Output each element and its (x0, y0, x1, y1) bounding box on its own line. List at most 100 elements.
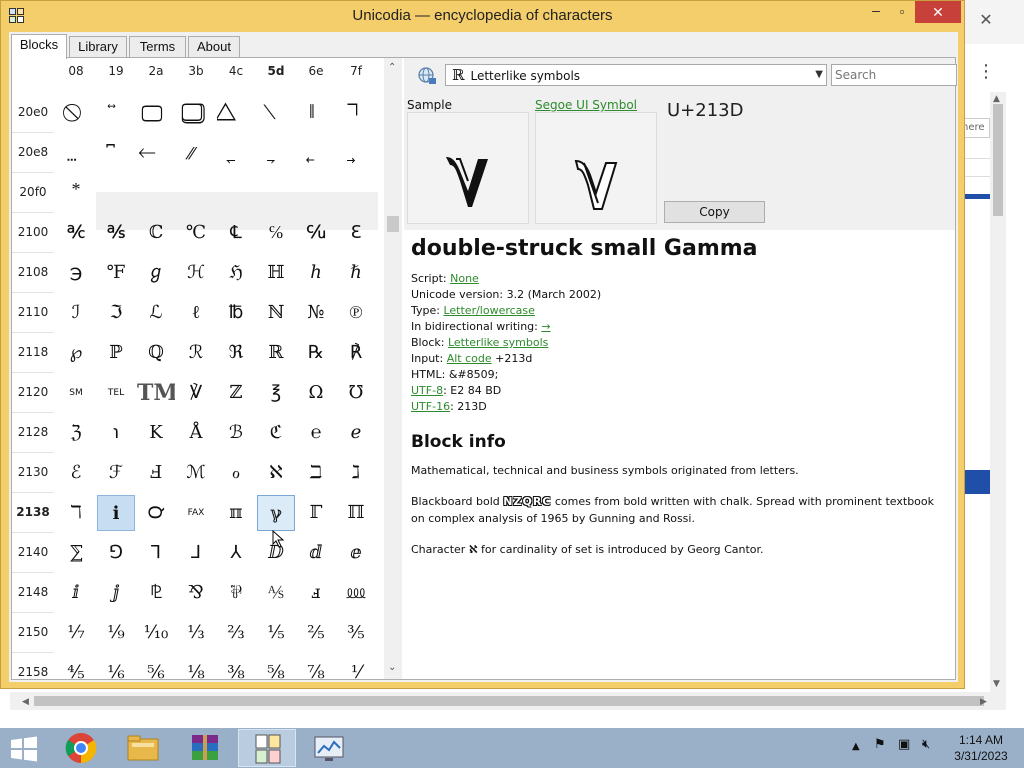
chevron-down-icon[interactable]: ▼ (815, 65, 823, 85)
close-button[interactable]: ✕ (915, 1, 961, 23)
character-cell[interactable]: ⃪ (137, 135, 175, 171)
background-vertical-scroll-thumb[interactable] (993, 104, 1003, 216)
character-cell[interactable]: ⅒ (137, 615, 175, 651)
copy-button[interactable]: Copy (664, 201, 765, 223)
grid-scroll-down-icon[interactable]: ⌄ (388, 662, 396, 673)
character-cell[interactable]: ℃ (177, 215, 215, 251)
character-cell[interactable]: K (137, 415, 175, 451)
character-cell[interactable]: ⅕ (257, 615, 295, 651)
bidi-link[interactable]: → (541, 320, 550, 333)
character-cell[interactable]: ⅂ (137, 535, 175, 571)
character-cell[interactable]: ℶ (297, 455, 335, 491)
character-cell[interactable]: ℮ (297, 415, 335, 451)
taskbar-winrar[interactable] (176, 729, 234, 767)
character-cell[interactable]: ℗ (337, 295, 375, 331)
character-cell[interactable]: № (297, 295, 335, 331)
volume-muted-icon[interactable]: 🔇︎ (922, 737, 930, 752)
background-input-field[interactable]: here (962, 118, 990, 138)
background-close-icon[interactable]: ✕ (966, 6, 1006, 34)
character-cell[interactable]: ⅄ (217, 535, 255, 571)
character-cell[interactable]: TEL (97, 375, 135, 411)
character-cell[interactable]: ⃦ (297, 95, 335, 131)
character-cell[interactable]: ℩ (97, 415, 135, 451)
character-cell[interactable]: ⃰ (57, 175, 95, 211)
character-cell[interactable]: ⃫ (177, 135, 215, 171)
character-cell[interactable]: Å (177, 415, 215, 451)
character-cell[interactable]: ℁ (97, 215, 135, 251)
character-cell[interactable]: ℿ (337, 495, 375, 531)
character-cell[interactable]: ⃩ (97, 135, 135, 171)
character-cell[interactable]: ℯ (337, 415, 375, 451)
character-cell[interactable]: ⅃ (177, 535, 215, 571)
character-cell[interactable]: ⅎ (297, 575, 335, 611)
maximize-button[interactable]: ▫ (889, 1, 915, 23)
character-cell[interactable]: ℧ (337, 375, 375, 411)
character-cell[interactable]: ℜ (217, 335, 255, 371)
character-cell[interactable]: Ⅎ (137, 455, 175, 491)
character-cell[interactable]: ℤ (217, 375, 255, 411)
character-cell[interactable]: ℊ (137, 255, 175, 291)
character-cell[interactable]: ℄ (217, 215, 255, 251)
character-cell[interactable]: ⅀ (57, 535, 95, 571)
character-cell[interactable]: FAX (177, 495, 215, 531)
character-cell[interactable]: ℉ (97, 255, 135, 291)
character-cell[interactable]: ⅐ (57, 615, 95, 651)
background-blue-button[interactable] (962, 470, 990, 494)
scroll-right-arrow-icon[interactable]: ▶ (980, 697, 987, 707)
character-cell[interactable]: ⃥ (257, 95, 295, 131)
character-cell[interactable]: ⅖ (297, 615, 335, 651)
title-bar[interactable]: Unicodia — encyclopedia of characters ‒ … (1, 1, 964, 31)
character-cell[interactable]: ℵ (257, 455, 295, 491)
character-cell[interactable]: ℺ (137, 495, 175, 531)
character-cell[interactable]: ℔ (217, 295, 255, 331)
character-cell[interactable]: ℈ (57, 255, 95, 291)
character-cell[interactable]: ⅝ (257, 655, 295, 679)
type-link[interactable]: Letter/lowercase (443, 304, 534, 317)
tab-terms[interactable]: Terms (129, 36, 186, 58)
character-cell[interactable]: ℘ (57, 335, 95, 371)
background-menu-icon[interactable]: ⋮ (976, 60, 996, 84)
taskbar-unicodia[interactable] (238, 729, 296, 767)
character-cell[interactable]: ⅏ (337, 575, 375, 611)
character-cell[interactable]: ⅘ (57, 655, 95, 679)
character-cell[interactable]: ℏ (337, 255, 375, 291)
character-cell[interactable]: ⅈ (57, 575, 95, 611)
character-cell[interactable]: ℹ (97, 495, 135, 531)
character-cell[interactable]: ℭ (257, 415, 295, 451)
character-cell[interactable]: ⅌ (217, 575, 255, 611)
character-cell[interactable]: ⅞ (297, 655, 335, 679)
tray-expand-icon[interactable]: ▲ (852, 741, 860, 752)
character-cell[interactable]: ⅑ (97, 615, 135, 651)
character-cell[interactable]: ℇ (337, 215, 375, 251)
grid-scroll-thumb[interactable] (387, 216, 399, 232)
script-link[interactable]: None (450, 272, 479, 285)
character-cell[interactable]: ℌ (217, 255, 255, 291)
character-cell[interactable]: Ω (297, 375, 335, 411)
character-cell[interactable]: ℸ (57, 495, 95, 531)
utf8-link[interactable]: UTF-8 (411, 384, 443, 397)
character-cell[interactable]: ⅇ (337, 535, 375, 571)
character-cell[interactable]: ℰ (57, 455, 95, 491)
character-cell[interactable]: ℆ (297, 215, 335, 251)
character-cell[interactable]: ℛ (177, 335, 215, 371)
character-cell[interactable]: ℱ (97, 455, 135, 491)
character-cell[interactable]: ℝ (257, 335, 295, 371)
taskbar-monitor[interactable] (300, 729, 358, 767)
search-input[interactable] (831, 64, 957, 86)
network-icon[interactable]: ▣ (898, 737, 910, 752)
character-cell[interactable]: ⅆ (297, 535, 335, 571)
character-cell[interactable]: ⃣ (177, 95, 215, 131)
flag-icon[interactable]: ⚑ (874, 737, 886, 752)
scroll-left-arrow-icon[interactable]: ◀ (22, 697, 29, 707)
character-cell[interactable]: ℍ (257, 255, 295, 291)
grid-vertical-scrollbar[interactable]: ⌃ ⌄ (384, 58, 402, 679)
character-cell[interactable]: ℥ (257, 375, 295, 411)
windows-start-icon[interactable] (10, 736, 38, 762)
character-cell[interactable]: ⃯ (337, 135, 375, 171)
tab-about[interactable]: About (188, 36, 240, 58)
character-cell[interactable]: ℀ (57, 215, 95, 251)
character-cell[interactable]: ℒ (137, 295, 175, 331)
tab-library[interactable]: Library (69, 36, 127, 58)
character-cell[interactable]: ⅜ (217, 655, 255, 679)
character-cell[interactable]: ⃧ (337, 95, 375, 131)
